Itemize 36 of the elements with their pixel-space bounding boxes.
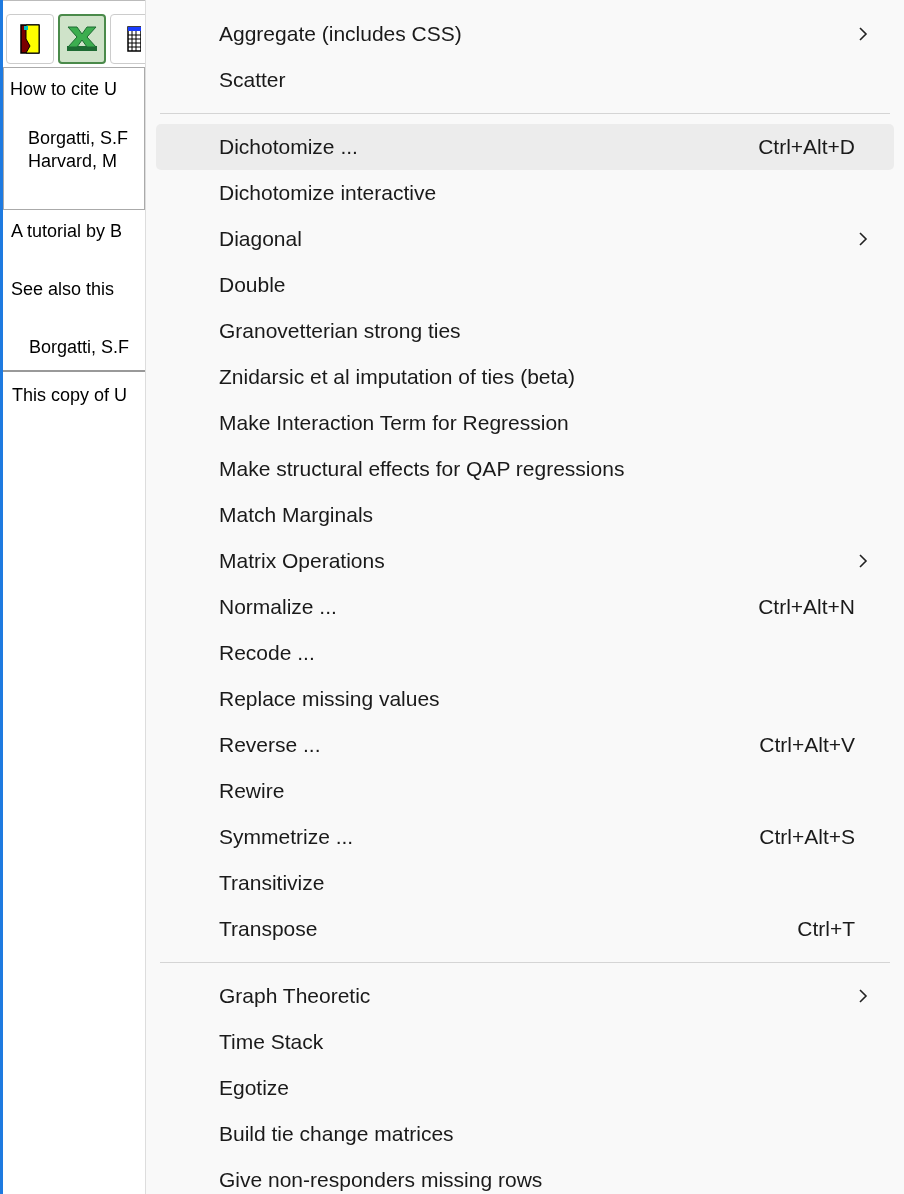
menu-item[interactable]: Build tie change matrices [156, 1111, 894, 1157]
menu-item[interactable]: Dichotomize interactive [156, 170, 894, 216]
menu-item[interactable]: Diagonal [156, 216, 894, 262]
see-also-text: See also this [11, 278, 116, 301]
menu-item[interactable]: Matrix Operations [156, 538, 894, 584]
reference-text: Borgatti, S.F [28, 336, 131, 359]
menu-item[interactable]: Graph Theoretic [156, 973, 894, 1019]
citation-text: Harvard, M [28, 150, 118, 173]
citation-heading: How to cite U [10, 78, 119, 101]
copy-notice: This copy of U [11, 384, 129, 407]
menu-item[interactable]: Make Interaction Term for Regression [156, 400, 894, 446]
menu-item[interactable]: Replace missing values [156, 676, 894, 722]
table-icon [127, 26, 141, 52]
menu-item[interactable]: Transpose Ctrl+T [156, 906, 894, 952]
menu-item[interactable]: Egotize [156, 1065, 894, 1111]
menu-item[interactable]: Double [156, 262, 894, 308]
spreadsheet-icon [65, 24, 99, 54]
menu-item[interactable]: Granovetterian strong ties [156, 308, 894, 354]
menu-item[interactable]: Reverse ... Ctrl+Alt+V [156, 722, 894, 768]
menu-item[interactable]: Scatter [156, 57, 894, 103]
menu-item[interactable]: Recode ... [156, 630, 894, 676]
menu-item[interactable]: Symmetrize ... Ctrl+Alt+S [156, 814, 894, 860]
menu-item[interactable]: Transitivize [156, 860, 894, 906]
menu-item[interactable]: Aggregate (includes CSS) [156, 11, 894, 57]
menu-item[interactable]: Normalize ... Ctrl+Alt+N [156, 584, 894, 630]
door-icon [20, 24, 40, 54]
menu-item[interactable]: Rewire [156, 768, 894, 814]
citation-text: Borgatti, S.F [28, 127, 130, 150]
tutorial-text: A tutorial by B [11, 220, 124, 243]
menu-item[interactable]: Dichotomize ... Ctrl+Alt+D [156, 124, 894, 170]
toolbar-button[interactable] [6, 14, 54, 64]
menu-item[interactable]: Time Stack [156, 1019, 894, 1065]
menu-item[interactable]: Znidarsic et al imputation of ties (beta) [156, 354, 894, 400]
menu-item[interactable]: Make structural effects for QAP regressions [156, 446, 894, 492]
menu-item[interactable]: Give non-responders missing rows [156, 1157, 894, 1194]
menu-item[interactable]: Match Marginals [156, 492, 894, 538]
